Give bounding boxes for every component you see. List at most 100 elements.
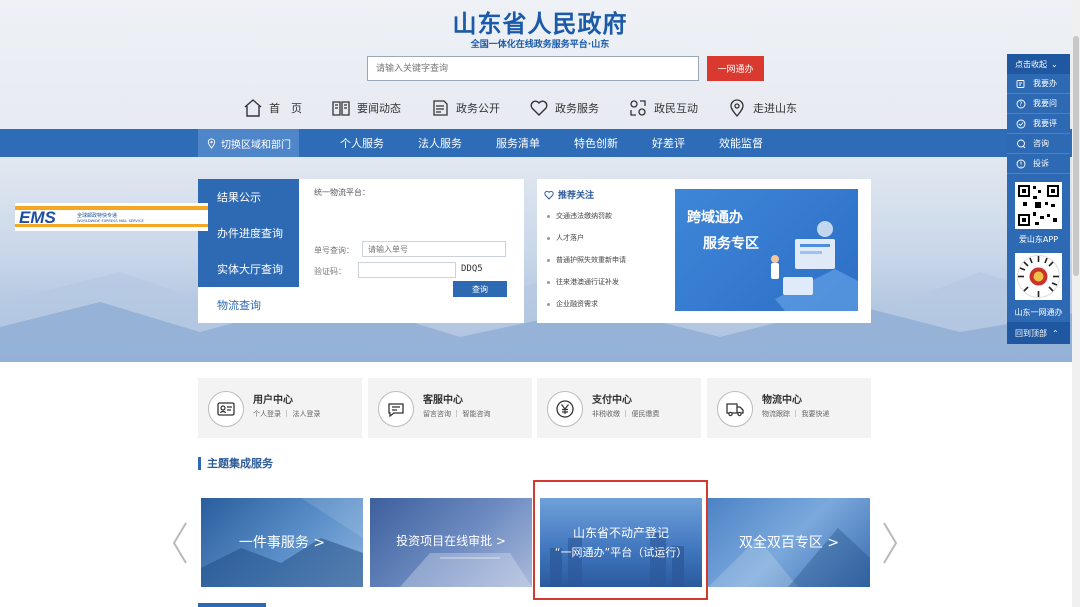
truck-icon <box>726 403 744 417</box>
recommend-item[interactable]: 往来港澳通行证补发 <box>547 277 619 287</box>
main-nav-supervision[interactable]: 效能监督 <box>719 135 763 151</box>
center-name: 用户中心 <box>253 395 293 406</box>
main-nav-legal[interactable]: 法人服务 <box>418 135 462 151</box>
sidebar-item-rate[interactable]: 我要评 <box>1007 114 1070 134</box>
tab-progress-query[interactable]: 办件进度查询 <box>198 215 299 251</box>
top-nav-label: 首 页 <box>269 102 302 115</box>
center-name: 支付中心 <box>592 395 632 406</box>
tab-logistics-query[interactable]: 物流查询 <box>198 287 299 323</box>
qr-code-icon <box>1018 185 1059 226</box>
sidebar-item-ask[interactable]: ? 我要问 <box>1007 94 1070 114</box>
banner-text: 投资项目在线审批 > <box>396 534 506 548</box>
sidebar-item-label: 我要问 <box>1033 99 1057 108</box>
center-links[interactable]: 留言咨询 ｜ 智能咨询 <box>423 409 490 419</box>
recommend-item[interactable]: 交通违法缴纳罚款 <box>547 211 612 221</box>
banner-text: 双全双百专区 > <box>738 535 840 551</box>
banner-investment[interactable]: 投资项目在线审批 > <box>370 498 532 587</box>
center-links[interactable]: 物流跟踪 ｜ 我要快递 <box>762 409 829 419</box>
ems-logo-text: EMS <box>19 208 57 227</box>
top-nav: 首 页 要闻动态 政务公开 政务服务 政民互动 走进山东 <box>243 96 826 120</box>
search-input[interactable] <box>367 56 699 81</box>
chevron-left-icon[interactable] <box>170 521 190 565</box>
wechat-label: 山东一网通办 <box>1014 308 1063 317</box>
sidebar-item-complaint[interactable]: 投诉 <box>1007 154 1070 174</box>
back-to-top-button[interactable]: 回到顶部 ⌃ <box>1007 322 1070 344</box>
captcha-label: 验证码： <box>314 267 346 276</box>
cross-region-banner[interactable]: 跨域通办 服务专区 <box>675 189 858 311</box>
region-switch-button[interactable]: 切换区域和部门 <box>198 129 299 157</box>
banner-one-thing[interactable]: 一件事服务 > <box>201 498 363 587</box>
logistics-center-card[interactable]: 物流中心 物流跟踪 ｜ 我要快递 <box>707 378 871 438</box>
platform-label: 统一物流平台： <box>314 188 370 197</box>
sidebar-item-handle[interactable]: 我要办 <box>1007 74 1070 94</box>
top-nav-label: 要闻动态 <box>357 102 401 115</box>
document-icon <box>433 100 448 116</box>
top-nav-label: 走进山东 <box>753 102 797 115</box>
app-label: 爱山东APP <box>1018 235 1059 244</box>
scrollbar-thumb[interactable] <box>1073 36 1079 276</box>
captcha-image[interactable]: DDQ5 <box>461 264 483 274</box>
sidebar-item-consult[interactable]: 咨询 <box>1007 134 1070 154</box>
recommend-title-label: 推荐关注 <box>558 191 595 201</box>
tab-hall-query[interactable]: 实体大厅查询 <box>198 251 299 287</box>
service-center-card[interactable]: 客服中心 留言咨询 ｜ 智能咨询 <box>368 378 532 438</box>
center-icon-wrap <box>547 391 583 427</box>
recommend-item[interactable]: 企业融资需求 <box>547 299 598 309</box>
tab-result-publicity[interactable]: 结果公示 <box>198 179 299 215</box>
banner-double-hundred[interactable]: 双全双百专区 > <box>708 498 870 587</box>
center-name: 物流中心 <box>762 395 802 406</box>
chevron-right-icon[interactable] <box>880 521 900 565</box>
top-nav-news[interactable]: 要闻动态 <box>331 98 401 118</box>
theme-section-title: 主题集成服务 <box>198 457 273 470</box>
sidebar-collapse-button[interactable]: 点击收起 ⌄ <box>1007 54 1070 74</box>
home-icon <box>244 99 262 117</box>
ems-cn-text: 全球邮政特快专递 <box>77 212 117 219</box>
sidebar-item-label: 咨询 <box>1033 139 1049 148</box>
info-icon <box>1016 159 1026 168</box>
center-icon-wrap <box>717 391 753 427</box>
check-icon <box>1016 119 1026 128</box>
search-button[interactable]: 一网通办 <box>707 56 764 81</box>
order-number-input[interactable] <box>362 241 506 257</box>
center-links[interactable]: 个人登录 ｜ 法人登录 <box>253 409 320 419</box>
main-nav-personal[interactable]: 个人服务 <box>340 135 384 151</box>
wechat-qr-code <box>1015 253 1062 300</box>
recommend-title: 推荐关注 <box>544 188 594 201</box>
center-links[interactable]: 非税收缴 ｜ 便民缴费 <box>592 409 659 419</box>
top-nav-service[interactable]: 政务服务 <box>529 98 599 118</box>
highlight-box <box>533 480 708 600</box>
cross-region-line2: 服务专区 <box>703 236 759 252</box>
user-center-card[interactable]: 用户中心 个人登录 ｜ 法人登录 <box>198 378 362 438</box>
cross-region-line1: 跨域通办 <box>687 210 743 226</box>
handle-icon <box>1016 79 1025 88</box>
heart-icon <box>530 100 548 116</box>
sidebar-item-label: 我要评 <box>1033 119 1057 128</box>
top-nav-label: 政务公开 <box>456 102 500 115</box>
top-nav-interact[interactable]: 政民互动 <box>628 98 698 118</box>
chat-bubble-icon <box>388 403 404 418</box>
chevron-up-icon: ⌃ <box>1052 328 1059 338</box>
bottom-tab-indicator <box>198 603 266 607</box>
recommend-item[interactable]: 普通护照失效重新申请 <box>547 255 626 265</box>
heart-outline-icon <box>544 190 554 200</box>
region-switch-label: 切换区域和部门 <box>221 139 291 151</box>
query-button[interactable]: 查询 <box>453 281 507 297</box>
top-nav-public[interactable]: 政务公开 <box>430 98 500 118</box>
main-nav-innovation[interactable]: 特色创新 <box>574 135 618 151</box>
main-nav-list[interactable]: 服务清单 <box>496 135 540 151</box>
top-nav-home[interactable]: 首 页 <box>243 98 302 118</box>
main-nav: 个人服务 法人服务 服务清单 特色创新 好差评 效能监督 <box>340 129 797 157</box>
center-icon-wrap <box>378 391 414 427</box>
question-icon: ? <box>1016 99 1026 108</box>
banner-text: 一件事服务 > <box>238 535 326 551</box>
top-nav-label: 政民互动 <box>654 102 698 115</box>
order-label: 单号查询： <box>314 246 354 255</box>
sidebar-item-label: 我要办 <box>1033 79 1057 88</box>
payment-center-card[interactable]: 支付中心 非税收缴 ｜ 便民缴费 <box>537 378 701 438</box>
captcha-input[interactable] <box>358 262 456 278</box>
recommend-item[interactable]: 人才落户 <box>547 233 584 243</box>
sidebar-collapse-label: 点击收起 <box>1015 59 1047 69</box>
main-nav-rating[interactable]: 好差评 <box>652 135 685 151</box>
interact-icon <box>630 100 646 116</box>
top-nav-shandong[interactable]: 走进山东 <box>727 98 797 118</box>
